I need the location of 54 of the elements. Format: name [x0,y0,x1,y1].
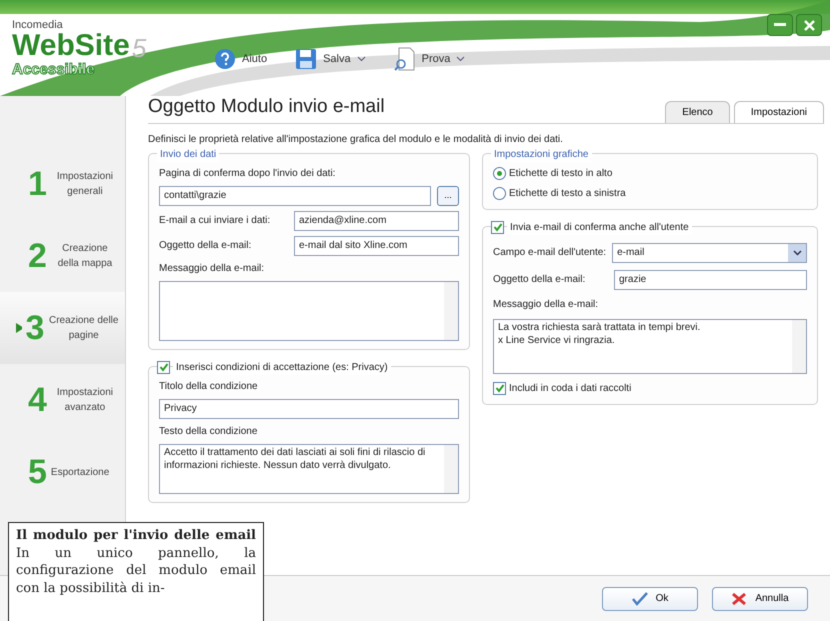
dropdown-field[interactable]: e-mail [612,242,807,263]
document-magnifier-icon [394,47,416,71]
tab[interactable]: Impostazioni [734,100,824,123]
step-item[interactable]: 2 Creazione della mappa [0,220,125,292]
field-label: E-mail a cui inviare i dati: [159,214,270,228]
tab[interactable]: Elenco [665,100,730,123]
cross-icon [731,592,748,606]
field-label: Oggetto della e-mail: [493,273,586,288]
text-area[interactable]: La vostra richiesta sarà trattata in tempi brevi. x Line Service vi ringrazia. [493,318,807,374]
text-field[interactable]: grazie [614,270,807,290]
group-title: Impostazioni grafiche [491,146,592,162]
text-field[interactable]: contatti\grazie [159,186,431,206]
radio-button[interactable] [493,166,506,180]
ok-button[interactable]: Ok [602,586,698,610]
radio-label: Etichette di testo a sinistra [509,186,626,201]
field-label: Titolo della condizione [159,380,259,394]
text-area[interactable] [159,280,459,341]
minimize-button[interactable] [767,14,793,36]
scrollbar[interactable] [444,444,458,493]
close-button[interactable] [796,14,822,36]
text-area[interactable]: Accetto il trattamento dei dati lasciati ai soli fini di rilascio di informazioni richieste. Nessun dato verrà divulgato. [159,444,459,494]
radio-label: Etichette di testo in alto [509,166,612,181]
close-icon [804,20,814,30]
caption-text: Il modulo per l'invio delle email In un unico pannello, la configurazione del modulo email con la possibilità di in- [8,522,264,621]
text-field[interactable]: azienda@xline.com [294,210,459,231]
scrollbar[interactable] [444,282,458,340]
radio-button[interactable] [493,186,506,200]
checkbox-label: Includi in coda i dati raccolti [509,382,632,396]
text-field[interactable]: Privacy [159,398,459,419]
save-button[interactable]: Salva [293,45,368,73]
description-text: Definisci le proprietà relative all'impostazione grafica del modulo e le modalità di invio dei dati. [148,132,564,147]
field-label: Messaggio della e-mail: [493,298,600,312]
product-name: WebSite [12,30,130,60]
field-label: Messaggio della e-mail: [159,262,266,276]
field-label: Campo e-mail dell'utente: [493,246,606,260]
help-button[interactable]: Aiuto [212,45,270,73]
field-label: Oggetto della e-mail: [159,239,252,254]
preview-button[interactable]: Prova [392,45,468,73]
browse-button[interactable]: ... [437,186,459,206]
checkbox[interactable] [493,382,506,395]
minimize-icon [774,23,786,27]
field-label: Pagina di conferma dopo l'invio dei dati: [159,166,336,181]
scrollbar[interactable] [792,320,806,373]
checkbox-label: Inserisci condizioni di accettazione (es: Privacy) [173,360,391,375]
chevron-icon [792,250,802,256]
cancel-button[interactable]: Annulla [712,586,808,610]
pointer-icon [16,323,22,333]
field-label: Testo della condizione [159,424,258,439]
page-title: Oggetto Modulo invio e-mail [148,96,386,119]
checkbox[interactable] [157,360,170,374]
checkbox[interactable] [491,220,504,234]
company-name: Incomedia [12,20,64,30]
text-field[interactable]: e-mail dal sito Xline.com [294,236,459,256]
help-icon [214,48,236,70]
